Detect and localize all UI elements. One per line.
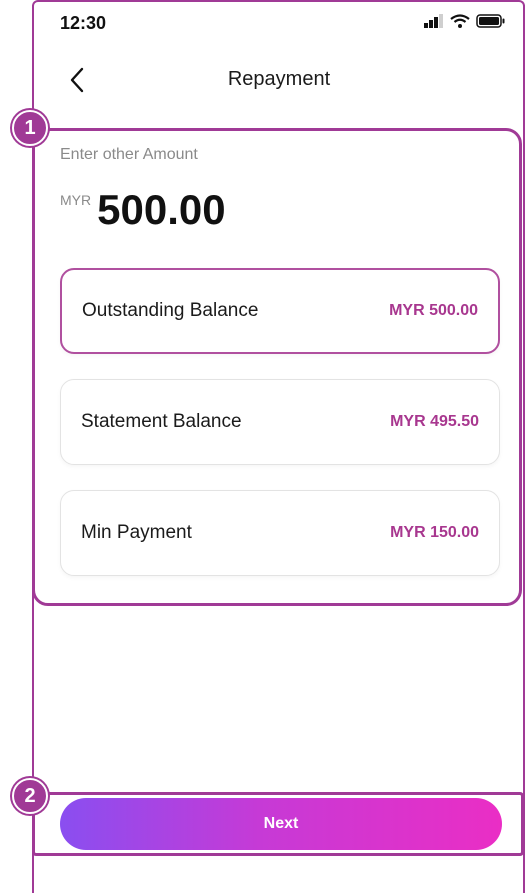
option-label: Min Payment — [81, 522, 192, 543]
battery-icon — [476, 13, 506, 33]
next-button[interactable]: Next — [60, 798, 502, 850]
option-label: Statement Balance — [81, 411, 242, 432]
option-amount: MYR 500.00 — [389, 302, 478, 319]
option-min-payment[interactable]: Min Payment MYR 150.00 — [60, 490, 500, 576]
option-label: Outstanding Balance — [82, 300, 259, 321]
page-title: Repayment — [227, 68, 331, 90]
wifi-icon — [450, 13, 470, 33]
amount-currency: MYR — [60, 192, 92, 208]
amount-value[interactable]: 500.00 — [97, 188, 225, 232]
option-outstanding-balance[interactable]: Outstanding Balance MYR 500.00 — [60, 268, 500, 354]
annotation-badge-1: 1 — [12, 110, 48, 146]
amount-label: Enter other Amount — [60, 146, 198, 163]
option-amount: MYR 495.50 — [390, 413, 479, 430]
nav-bar: Repayment — [34, 60, 524, 104]
status-icons — [424, 13, 512, 33]
option-statement-balance[interactable]: Statement Balance MYR 495.50 — [60, 379, 500, 465]
annotation-badge-2: 2 — [12, 778, 48, 814]
amount-input[interactable]: MYR 500.00 — [60, 188, 226, 232]
status-time: 12:30 — [60, 12, 107, 33]
signal-icon — [424, 13, 444, 33]
screen: 12:30 Repayment 1 Enter other Amount MYR… — [0, 0, 525, 893]
option-amount: MYR 150.00 — [390, 524, 479, 541]
status-bar: 12:30 — [42, 8, 512, 38]
